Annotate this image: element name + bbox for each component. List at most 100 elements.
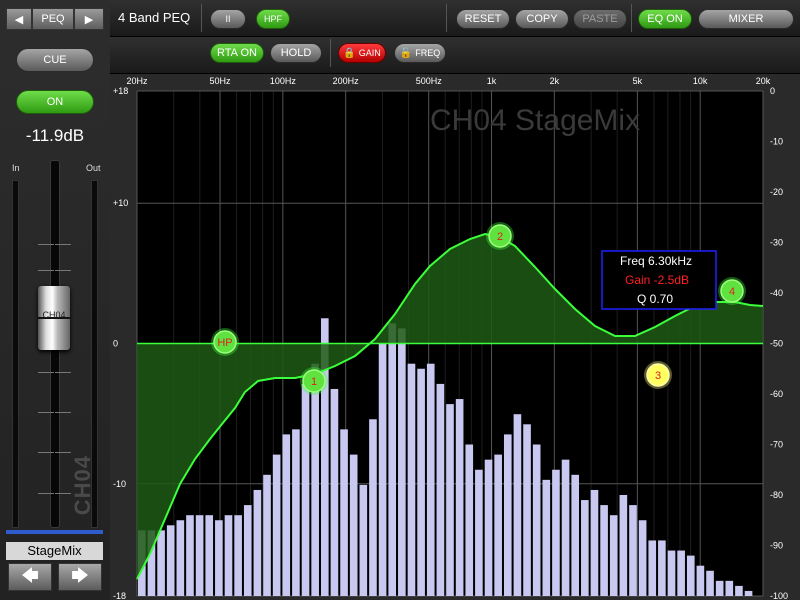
reset-button[interactable]: RESET xyxy=(456,9,510,29)
hold-button[interactable]: HOLD xyxy=(270,43,322,63)
rta-bar xyxy=(503,434,512,596)
rta-bar xyxy=(542,479,551,596)
channel-fader-knob[interactable]: CH04 xyxy=(38,286,70,350)
channel-prev-button[interactable]: 🡄 xyxy=(8,563,52,591)
rta-bar xyxy=(561,459,570,596)
rta-bar xyxy=(234,515,242,596)
rta-bar xyxy=(475,469,483,596)
rta-on-button[interactable]: RTA ON xyxy=(210,43,264,63)
rta-axis-label: -80 xyxy=(770,490,783,500)
info-gain: Gain -2.5dB xyxy=(625,273,689,287)
eq-band-handle-label: 2 xyxy=(497,231,503,243)
gain-axis-label: -18 xyxy=(113,591,126,600)
freq-axis-label: 2k xyxy=(550,76,560,86)
rta-bar xyxy=(484,459,493,596)
rta-axis-label: -100 xyxy=(770,591,788,600)
eq-band-handle-2[interactable]: 2 xyxy=(486,222,514,250)
rta-bar xyxy=(436,383,445,596)
rta-toolbar: RTA ON HOLD 🔒 GAIN 🔓 FREQ xyxy=(110,37,800,74)
rta-bar xyxy=(186,515,194,596)
rta-bar xyxy=(311,363,319,596)
rta-bar xyxy=(455,399,464,596)
eq-band-handle-label: 4 xyxy=(729,286,735,298)
rta-bar xyxy=(677,550,685,596)
rta-bar xyxy=(263,474,271,596)
eq-on-button[interactable]: EQ ON xyxy=(638,9,692,29)
rta-bar xyxy=(215,520,223,596)
rta-bar xyxy=(696,565,705,596)
rta-bar xyxy=(388,323,397,596)
rta-bar xyxy=(282,434,291,596)
rta-bar xyxy=(272,454,281,596)
eq-graph-area[interactable]: CH04 StageMix 20Hz 50Hz 100Hz 200Hz 500Hz 1k 2… xyxy=(110,74,800,600)
mixer-button[interactable]: MIXER xyxy=(698,9,794,29)
rta-axis-label: 0 xyxy=(770,86,775,96)
graph-watermark: CH04 StageMix xyxy=(430,104,640,137)
rta-bar xyxy=(224,515,233,596)
rta-bar xyxy=(301,383,310,596)
rta-bar xyxy=(369,419,377,596)
freq-axis-label: 1k xyxy=(487,76,497,86)
peq-next-button[interactable]: ▶ xyxy=(74,8,104,30)
hpf-button[interactable]: HPF xyxy=(256,9,290,29)
eq-band-handle-3[interactable]: 3 xyxy=(644,361,672,389)
fader-gain-value: -11.9dB xyxy=(25,126,85,145)
rta-bar xyxy=(176,520,185,596)
rta-bar xyxy=(590,489,599,596)
peq-prev-button[interactable]: ◀ xyxy=(6,8,32,30)
input-meter xyxy=(12,180,19,528)
rta-bar xyxy=(638,520,647,596)
info-q: Q 0.70 xyxy=(637,292,673,306)
arrow-right-icon: 🡆 xyxy=(71,565,89,585)
freq-lock-button[interactable]: 🔓 FREQ xyxy=(394,43,446,63)
channel-next-button[interactable]: 🡆 xyxy=(58,563,102,591)
eq-band-handle-label: 3 xyxy=(655,370,661,382)
rta-bar xyxy=(581,500,589,596)
freq-axis-label: 500Hz xyxy=(416,76,443,86)
eq-band-handle-1[interactable]: 1 xyxy=(300,367,328,395)
eq-band-handle-4[interactable]: 4 xyxy=(718,277,746,305)
eq-type-ii-button[interactable]: II xyxy=(210,9,246,29)
channel-color-bar xyxy=(6,530,103,534)
rta-axis-label: -50 xyxy=(770,339,783,349)
channel-on-button[interactable]: ON xyxy=(16,90,94,114)
freq-axis-label: 100Hz xyxy=(270,76,297,86)
rta-bar xyxy=(600,505,608,596)
rta-bar xyxy=(715,580,724,596)
rta-bar xyxy=(465,444,474,596)
rta-bar xyxy=(706,570,714,596)
rta-bar xyxy=(571,474,580,596)
gain-lock-label: GAIN xyxy=(358,48,381,58)
arrow-left-icon: ◀ xyxy=(14,13,24,26)
rta-bar xyxy=(330,388,339,596)
rta-bar xyxy=(725,580,734,596)
gain-lock-button[interactable]: 🔒 GAIN xyxy=(338,43,386,63)
channel-name: StageMix xyxy=(6,542,103,560)
rta-bar xyxy=(513,414,522,596)
gain-axis-label: 0 xyxy=(113,339,118,349)
lock-icon: 🔒 xyxy=(343,47,356,59)
rta-bar xyxy=(494,454,502,596)
freq-axis-label: 20Hz xyxy=(126,76,148,86)
rta-bar xyxy=(426,363,435,596)
rta-bar xyxy=(407,363,416,596)
cue-button[interactable]: CUE xyxy=(16,48,94,72)
copy-button[interactable]: COPY xyxy=(515,9,569,29)
rta-bar xyxy=(648,540,657,596)
rta-axis-label: -90 xyxy=(770,541,783,551)
band-info-box: Freq 6.30kHz Gain -2.5dB Q 0.70 xyxy=(601,250,717,310)
rta-bar xyxy=(735,585,743,596)
out-meter-label: Out xyxy=(86,163,101,173)
rta-bar xyxy=(619,495,628,596)
rta-axis-label: -30 xyxy=(770,238,783,248)
eq-band-handle-hp[interactable]: HP xyxy=(211,328,239,356)
freq-axis-label: 5k xyxy=(633,76,643,86)
rta-axis-label: -40 xyxy=(770,288,783,298)
eq-graph[interactable]: CH04 StageMix 20Hz 50Hz 100Hz 200Hz 500Hz 1k 2… xyxy=(110,74,800,600)
paste-button[interactable]: PASTE xyxy=(573,9,627,29)
rta-bar xyxy=(417,368,425,596)
rta-bar xyxy=(340,429,348,596)
rta-bar xyxy=(398,328,406,596)
in-meter-label: In xyxy=(12,163,20,173)
eq-band-handle-label: HP xyxy=(217,337,232,349)
